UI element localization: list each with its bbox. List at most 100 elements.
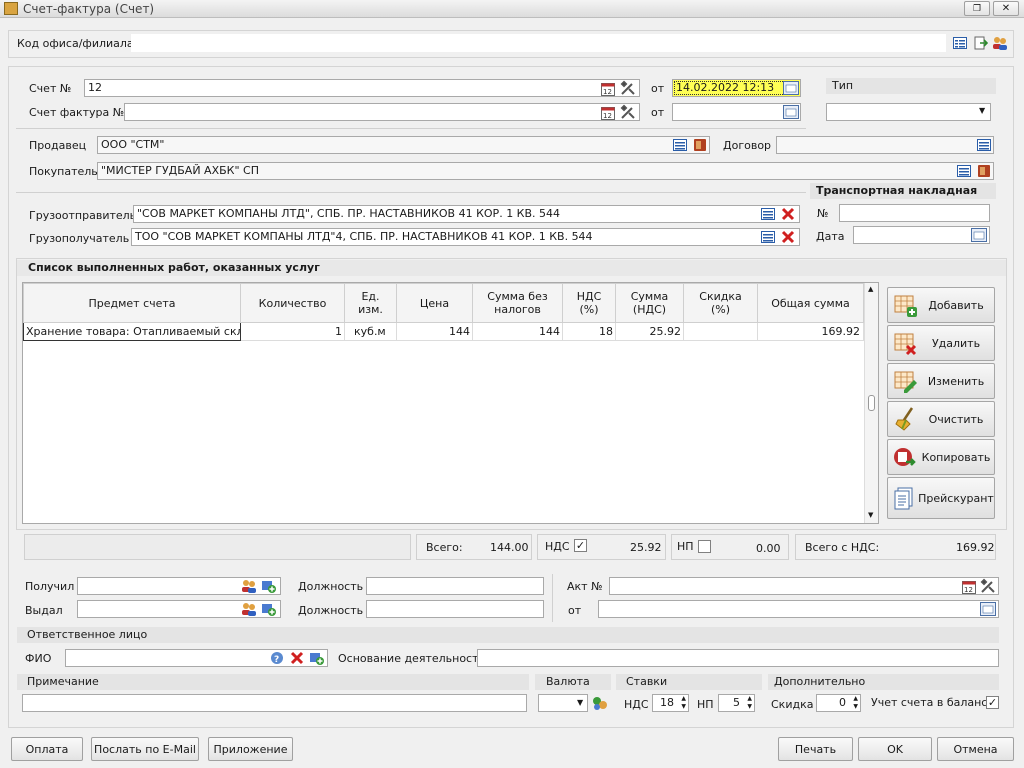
buyer-list-icon[interactable] — [956, 163, 972, 179]
calendar-icon[interactable] — [783, 80, 799, 96]
table-row[interactable]: Хранение товара: Отапливаемый склад (э 1… — [23, 322, 864, 341]
np-checkbox[interactable] — [698, 540, 711, 553]
delete-row-icon — [892, 330, 918, 356]
fio-add-icon[interactable] — [309, 650, 325, 666]
basis-field[interactable] — [477, 649, 999, 667]
copy-icon — [892, 444, 918, 470]
act-date-field[interactable] — [598, 600, 999, 618]
consignor-field[interactable]: "СОВ МАРКЕТ КОМПАНЫ ЛТД", СПБ. ПР. НАСТА… — [133, 205, 800, 223]
act-tools-icon[interactable] — [980, 578, 996, 594]
scroll-thumb[interactable] — [868, 395, 875, 411]
cell-vat-sum[interactable]: 25.92 — [615, 322, 684, 341]
waybill-date-field[interactable] — [853, 226, 990, 244]
cell-vat-percent[interactable]: 18 — [562, 322, 616, 341]
factura-field[interactable] — [124, 103, 640, 121]
type-chevron-down-icon[interactable]: ▼ — [979, 106, 985, 115]
send-email-button[interactable]: Послать по E-Mail — [91, 737, 199, 761]
cell-price[interactable]: 144 — [396, 322, 473, 341]
seller-list-icon[interactable] — [672, 137, 688, 153]
cell-discount[interactable] — [683, 322, 758, 341]
seller-book-icon[interactable] — [692, 137, 708, 153]
users-icon[interactable] — [992, 35, 1008, 51]
ok-button[interactable]: OK — [858, 737, 932, 761]
attachment-button[interactable]: Приложение — [208, 737, 293, 761]
discount-stepper[interactable]: 0 — [816, 694, 861, 712]
copy-button[interactable]: Копировать — [887, 439, 995, 475]
contract-list-icon[interactable] — [976, 137, 992, 153]
scroll-down-icon[interactable]: ▼ — [868, 511, 873, 519]
received-add-icon[interactable] — [261, 578, 277, 594]
col-total[interactable]: Общая сумма — [757, 283, 864, 323]
act-date-calendar-icon[interactable] — [980, 601, 996, 617]
vat-checkbox[interactable]: ✓ — [574, 539, 587, 552]
cancel-button[interactable]: Отмена — [937, 737, 1014, 761]
print-button[interactable]: Печать — [778, 737, 853, 761]
type-select[interactable] — [826, 103, 991, 121]
note-field[interactable] — [22, 694, 527, 712]
document-list-icon — [892, 485, 918, 511]
col-vat-percent[interactable]: НДС (%) — [562, 283, 616, 323]
pricelist-button[interactable]: Прейскурант — [887, 477, 995, 519]
currency-chevron-down-icon[interactable]: ▼ — [577, 698, 583, 707]
vat-rate-stepper[interactable]: 18 — [652, 694, 689, 712]
cell-total[interactable]: 169.92 — [757, 322, 864, 341]
export-icon[interactable] — [973, 35, 989, 51]
edit-button[interactable]: Изменить — [887, 363, 995, 399]
consignee-clear-icon[interactable] — [780, 229, 796, 245]
issued-add-icon[interactable] — [261, 601, 277, 617]
buyer-field[interactable]: "МИСТЕР ГУДБАЙ АХБК" СП — [97, 162, 994, 180]
table-scrollbar[interactable]: ▲ ▼ — [864, 283, 878, 523]
clear-button[interactable]: Очистить — [887, 401, 995, 437]
act-from-label: от — [568, 604, 582, 617]
consignee-list-icon[interactable] — [760, 229, 776, 245]
position-field-2[interactable] — [366, 600, 544, 618]
invoice-date-field[interactable]: 14.02.2022 12:13 — [672, 79, 801, 97]
tools-icon[interactable] — [620, 80, 636, 96]
scroll-up-icon[interactable]: ▲ — [868, 285, 873, 293]
delete-button[interactable]: Удалить — [887, 325, 995, 361]
fio-clear-icon[interactable] — [289, 650, 305, 666]
balance-checkbox[interactable]: ✓ — [986, 696, 999, 709]
invoice-number-field[interactable]: 12 — [84, 79, 640, 97]
position-field-1[interactable] — [366, 577, 544, 595]
payment-button[interactable]: Оплата — [11, 737, 83, 761]
col-subject[interactable]: Предмет счета — [23, 283, 241, 323]
np-rate-stepper[interactable]: 5 — [718, 694, 755, 712]
cell-quantity[interactable]: 1 — [240, 322, 345, 341]
calendar-factura-icon[interactable]: 12 — [600, 105, 616, 121]
add-button[interactable]: Добавить — [887, 287, 995, 323]
buyer-book-icon[interactable] — [976, 163, 992, 179]
col-price[interactable]: Цена — [396, 283, 473, 323]
act-field[interactable] — [609, 577, 999, 595]
help-icon[interactable]: ? — [269, 650, 285, 666]
col-quantity[interactable]: Количество — [240, 283, 345, 323]
list-icon[interactable] — [952, 35, 968, 51]
close-button[interactable]: ✕ — [993, 1, 1019, 16]
currency-coins-icon[interactable] — [591, 695, 607, 711]
col-unit[interactable]: Ед. изм. — [344, 283, 397, 323]
calendar-factura-date-icon[interactable] — [783, 104, 799, 120]
waybill-calendar-icon[interactable] — [971, 227, 987, 243]
col-discount[interactable]: Скидка (%) — [683, 283, 758, 323]
tools-factura-icon[interactable] — [620, 104, 636, 120]
col-vat-sum[interactable]: Сумма (НДС) — [615, 283, 684, 323]
restore-button[interactable]: ❐ — [964, 1, 990, 16]
calendar-number-icon[interactable]: 12 — [600, 81, 616, 97]
seller-field[interactable]: ООО "СТМ" — [97, 136, 710, 154]
discount-label: Скидка — [771, 698, 814, 711]
waybill-no-field[interactable] — [839, 204, 990, 222]
office-field[interactable] — [131, 34, 946, 52]
act-calendar-icon[interactable]: 12 — [961, 579, 977, 595]
issued-users-icon[interactable] — [241, 601, 257, 617]
position-label-2: Должность — [298, 604, 364, 617]
consignee-field[interactable]: ТОО "СОВ МАРКЕТ КОМПАНЫ ЛТД"4, СПБ. ПР. … — [131, 228, 800, 246]
cell-sum-no-tax[interactable]: 144 — [472, 322, 563, 341]
cell-unit[interactable]: куб.м — [344, 322, 397, 341]
consignor-clear-icon[interactable] — [780, 206, 796, 222]
received-users-icon[interactable] — [241, 578, 257, 594]
factura-date-field[interactable] — [672, 103, 801, 121]
cell-subject[interactable]: Хранение товара: Отапливаемый склад (э — [23, 322, 241, 341]
col-sum-no-tax[interactable]: Сумма без налогов — [472, 283, 563, 323]
consignor-list-icon[interactable] — [760, 206, 776, 222]
contract-field[interactable] — [776, 136, 994, 154]
